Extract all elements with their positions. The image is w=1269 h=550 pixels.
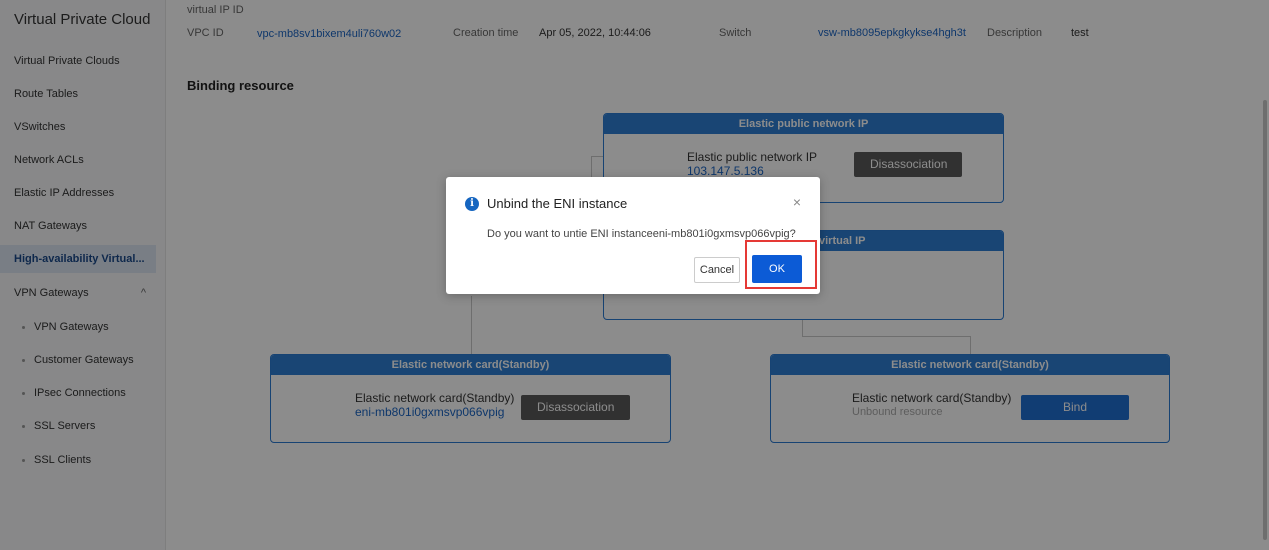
cancel-button[interactable]: Cancel xyxy=(694,257,740,283)
dialog-message: Do you want to untie ENI instanceeni-mb8… xyxy=(487,228,796,240)
dialog-title: Unbind the ENI instance xyxy=(487,196,628,211)
ok-button-highlight xyxy=(745,240,817,289)
close-icon[interactable]: × xyxy=(793,194,801,210)
info-icon: i xyxy=(465,197,479,211)
